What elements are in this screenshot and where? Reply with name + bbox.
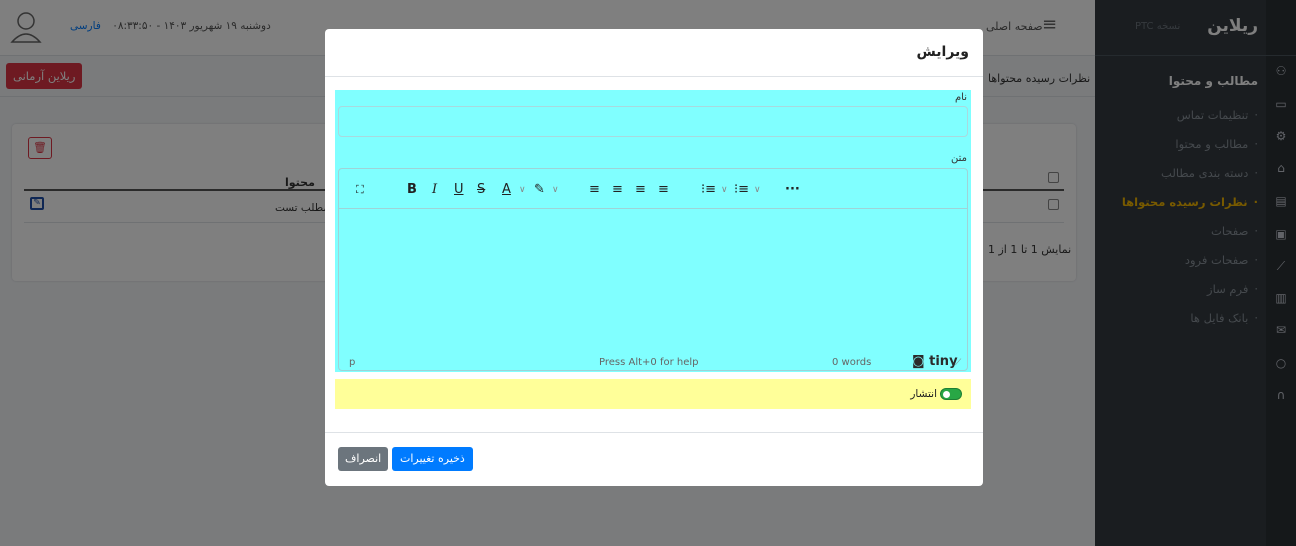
modal-footer-divider bbox=[325, 432, 983, 433]
text-label: متن bbox=[951, 153, 967, 164]
align-right-icon[interactable]: ≡ bbox=[635, 182, 646, 198]
publish-toggle[interactable] bbox=[940, 388, 962, 400]
align-justify-icon[interactable]: ≡ bbox=[658, 182, 669, 198]
underline-icon[interactable]: U bbox=[454, 182, 464, 198]
resize-handle-icon[interactable]: ⟋ bbox=[955, 358, 961, 368]
save-button[interactable]: ذخیره تغییرات bbox=[392, 447, 473, 471]
modal-title: ویرایش bbox=[916, 44, 969, 60]
bullet-list-icon[interactable]: ⁝≡ bbox=[701, 182, 716, 198]
help-hint: Press Alt+0 for help bbox=[599, 357, 699, 368]
rich-text-editor: ⛶ B I U S A ∨ ✎ ∨ ≡ ≡ ≡ ≡ ⁝≡ ∨ ⁝≡ ∨ ··· … bbox=[338, 168, 968, 371]
toggle-knob bbox=[943, 391, 950, 398]
more-icon[interactable]: ··· bbox=[785, 182, 800, 198]
tiny-logo-icon: ◙ bbox=[912, 354, 930, 369]
publish-row: انتشار bbox=[335, 379, 971, 409]
italic-icon[interactable]: I bbox=[432, 182, 437, 198]
word-count[interactable]: 0 words bbox=[832, 357, 871, 368]
chevron-down-icon[interactable]: ∨ bbox=[754, 182, 761, 198]
align-left-icon[interactable]: ≡ bbox=[589, 182, 600, 198]
chevron-down-icon[interactable]: ∨ bbox=[552, 182, 559, 198]
highlight-color-icon[interactable]: ✎ bbox=[534, 182, 545, 198]
cancel-button[interactable]: انصراف bbox=[338, 447, 389, 471]
chevron-down-icon[interactable]: ∨ bbox=[721, 182, 728, 198]
toolbar-divider bbox=[339, 208, 967, 209]
name-label: نام bbox=[954, 92, 967, 103]
fullscreen-icon[interactable]: ⛶ bbox=[356, 182, 364, 198]
align-center-icon[interactable]: ≡ bbox=[612, 182, 623, 198]
chevron-down-icon[interactable]: ∨ bbox=[519, 182, 526, 198]
name-input[interactable] bbox=[338, 106, 968, 137]
editor-statusbar: p Press Alt+0 for help 0 words ◙ tiny ⟋ bbox=[339, 354, 967, 371]
form-area: نام متن ⛶ B I U S A ∨ ✎ ∨ ≡ ≡ ≡ ≡ ⁝≡ ∨ ⁝… bbox=[335, 90, 971, 372]
tiny-logo[interactable]: ◙ tiny bbox=[912, 354, 958, 369]
modal-header-divider bbox=[325, 76, 983, 77]
publish-label: انتشار bbox=[910, 388, 937, 400]
bold-icon[interactable]: B bbox=[407, 182, 417, 198]
strikethrough-icon[interactable]: S bbox=[477, 182, 485, 198]
edit-modal: ویرایش نام متن ⛶ B I U S A ∨ ✎ ∨ ≡ ≡ ≡ ≡… bbox=[325, 29, 983, 486]
text-color-icon[interactable]: A bbox=[502, 182, 511, 198]
element-path[interactable]: p bbox=[349, 357, 355, 368]
numbered-list-icon[interactable]: ⁝≡ bbox=[734, 182, 749, 198]
